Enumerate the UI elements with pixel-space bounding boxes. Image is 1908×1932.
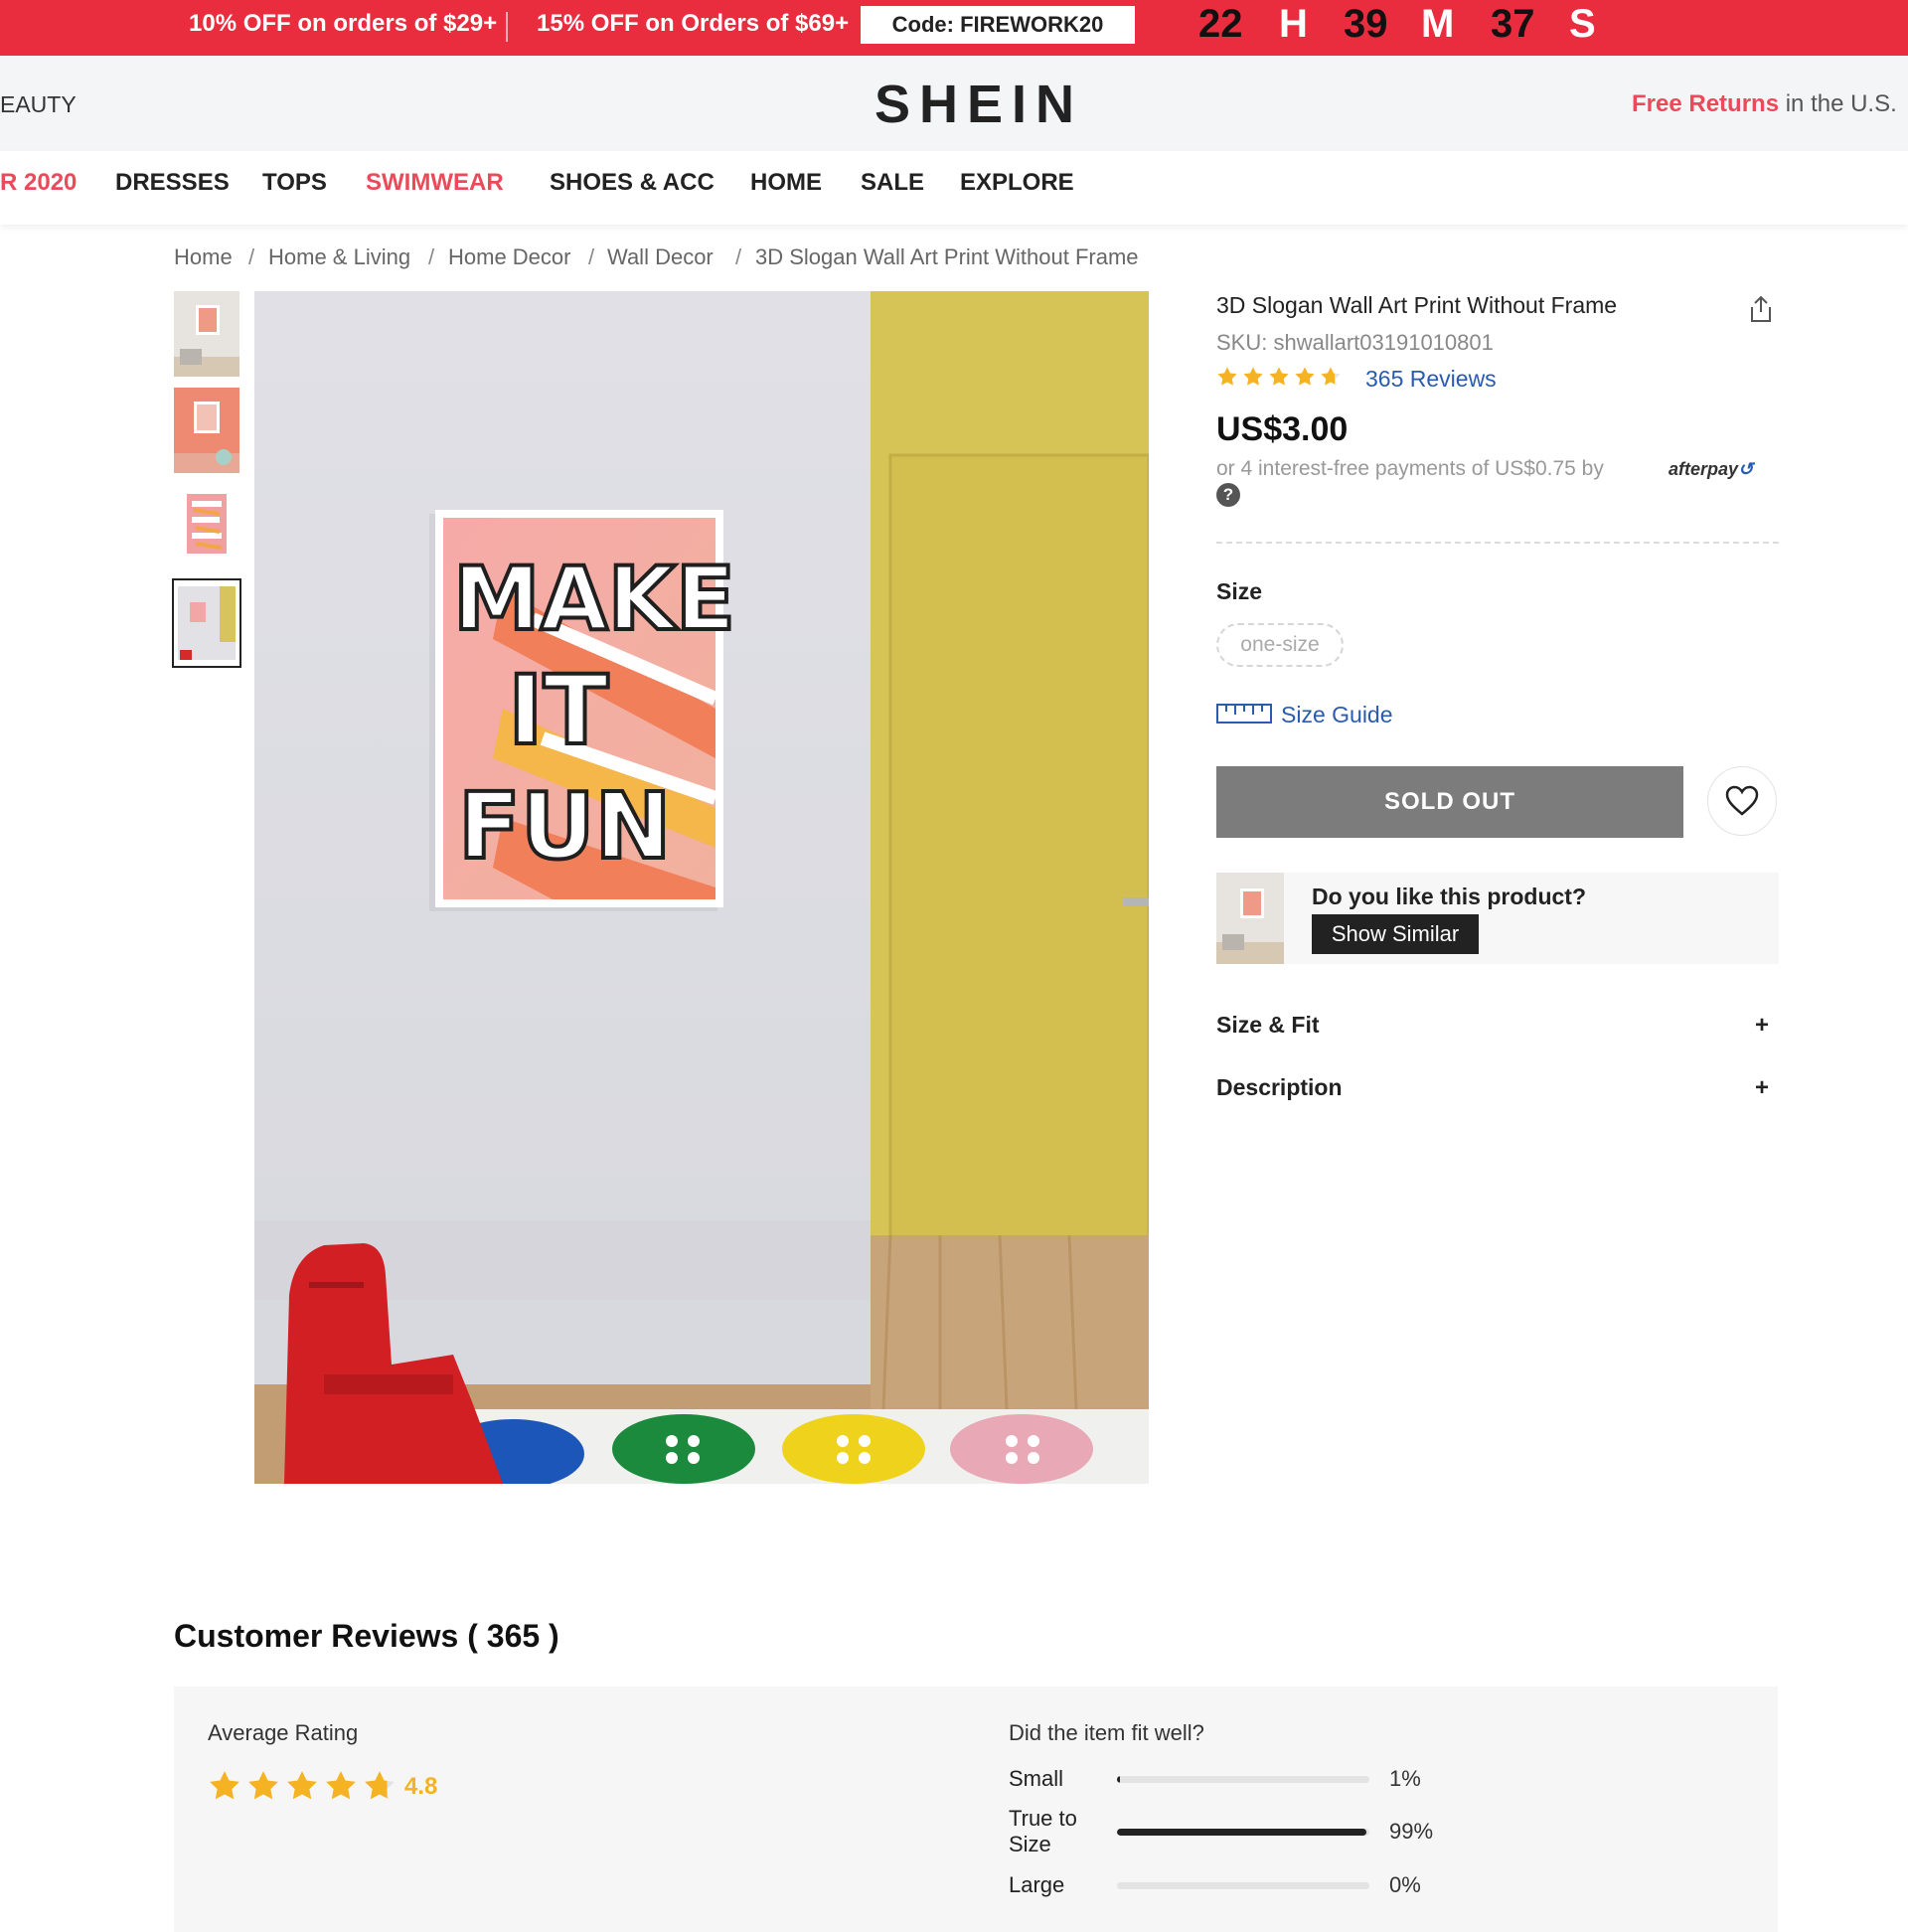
share-icon[interactable] — [1746, 294, 1776, 324]
show-similar-button[interactable]: Show Similar — [1312, 914, 1479, 954]
star-icon — [248, 1771, 278, 1800]
fit-label-large: Large — [1009, 1872, 1065, 1897]
afterpay-logo-text: afterpay — [1669, 459, 1739, 479]
nav-item-dresses[interactable]: DRESSES — [115, 169, 230, 197]
product-rating-stars — [1216, 366, 1342, 392]
star-icon — [1217, 367, 1237, 386]
timer-hours: 22 — [1198, 2, 1243, 46]
header-category-link[interactable]: EAUTY — [0, 91, 77, 118]
size-guide-link[interactable]: Size Guide — [1281, 702, 1393, 728]
fit-bar-large — [1117, 1882, 1369, 1889]
installment-text: or 4 interest-free payments of US$0.75 b… — [1216, 457, 1604, 480]
promo-offer-2: 15% OFF on Orders of $69+ — [537, 10, 850, 37]
star-icon — [1243, 367, 1263, 386]
star-icon — [1295, 367, 1315, 386]
accordion-size-fit[interactable]: Size & Fit — [1216, 1012, 1320, 1039]
free-returns-text: in the U.S. — [1779, 90, 1897, 117]
breadcrumb-separator: / — [428, 244, 435, 269]
size-label: Size — [1216, 578, 1263, 604]
promo-offer-1: 10% OFF on orders of $29+ — [189, 10, 498, 37]
product-price: US$3.00 — [1216, 410, 1349, 448]
star-icon — [326, 1771, 356, 1800]
sold-out-button[interactable]: SOLD OUT — [1216, 766, 1683, 838]
nav-item-tops[interactable]: TOPS — [262, 169, 327, 197]
timer-minutes: 39 — [1344, 2, 1388, 46]
thumbnail-3[interactable] — [174, 484, 239, 569]
fit-bar-true-to-size-fill — [1117, 1829, 1367, 1836]
breadcrumb-current: 3D Slogan Wall Art Print Without Frame — [755, 244, 1139, 269]
star-icon — [210, 1771, 239, 1800]
fit-pct-large: 0% — [1389, 1872, 1421, 1897]
promo-code: Code: FIREWORK20 — [861, 6, 1135, 44]
timer-minutes-unit: M — [1421, 2, 1455, 46]
poster-text-make: MAKE — [453, 548, 735, 650]
breadcrumb-home-decor[interactable]: Home Decor — [448, 244, 570, 270]
reviews-title: Customer Reviews ( 365 ) — [174, 1618, 559, 1654]
reviews-summary-panel — [174, 1687, 1778, 1932]
product-main-image[interactable]: MAKE IT FUN — [254, 291, 1149, 1484]
fit-label-small: Small — [1009, 1766, 1064, 1791]
nav-item-2020[interactable]: R 2020 — [0, 169, 77, 197]
size-option-one-size[interactable]: one-size — [1216, 623, 1344, 667]
free-returns-link[interactable]: Free Returns — [1632, 90, 1779, 117]
fit-bar-small-fill — [1117, 1776, 1120, 1783]
similar-product-thumbnail — [1216, 873, 1284, 964]
breadcrumb-home-living[interactable]: Home & Living — [268, 244, 410, 270]
poster-text-fun: FUN — [458, 773, 672, 880]
question-icon[interactable]: ? — [1216, 483, 1240, 507]
fit-bar-small — [1117, 1776, 1369, 1783]
wishlist-button[interactable] — [1707, 766, 1777, 836]
average-rating-stars — [208, 1769, 397, 1805]
timer-seconds-unit: S — [1569, 2, 1596, 46]
fit-label-true-to-size: True to Size — [1009, 1806, 1077, 1856]
plus-icon[interactable]: + — [1755, 1074, 1769, 1102]
thumbnail-2[interactable] — [174, 388, 239, 473]
timer-seconds: 37 — [1491, 2, 1535, 46]
nav-item-swimwear[interactable]: SWIMWEAR — [366, 169, 504, 197]
thumbnail-4-active[interactable] — [172, 578, 241, 668]
afterpay-arrow-icon: ↺ — [1738, 459, 1754, 479]
promo-divider — [506, 12, 508, 42]
fit-pct-true-to-size: 99% — [1389, 1819, 1434, 1844]
nav-item-home[interactable]: HOME — [750, 169, 822, 197]
star-icon — [287, 1771, 317, 1800]
star-half-icon — [1321, 367, 1341, 386]
nav-item-sale[interactable]: SALE — [861, 169, 924, 197]
star-half-icon — [365, 1771, 395, 1800]
average-rating-value: 4.8 — [404, 1773, 438, 1800]
nav-item-explore[interactable]: EXPLORE — [960, 169, 1074, 197]
timer-hours-unit: H — [1279, 2, 1308, 46]
free-returns-notice[interactable]: Free Returns in the U.S. — [1632, 90, 1897, 118]
afterpay-logo[interactable]: afterpay↺ — [1669, 459, 1753, 480]
nav-item-shoes-acc[interactable]: SHOES & ACC — [550, 169, 715, 197]
breadcrumb-separator: / — [588, 244, 595, 269]
thumbnail-1[interactable] — [174, 291, 239, 377]
plus-icon[interactable]: + — [1755, 1012, 1769, 1040]
breadcrumb-wall-decor[interactable]: Wall Decor — [607, 244, 714, 270]
section-divider — [1216, 542, 1779, 544]
breadcrumb-separator: / — [735, 244, 742, 269]
star-icon — [1269, 367, 1289, 386]
similar-question: Do you like this product? — [1312, 884, 1587, 909]
fit-bar-true-to-size — [1117, 1829, 1369, 1836]
fit-pct-small: 1% — [1389, 1766, 1421, 1791]
product-title: 3D Slogan Wall Art Print Without Frame — [1216, 292, 1618, 318]
breadcrumb-home[interactable]: Home — [174, 244, 233, 270]
site-logo[interactable]: SHEIN — [874, 74, 1083, 135]
breadcrumb-separator: / — [248, 244, 255, 269]
fit-question: Did the item fit well? — [1009, 1720, 1204, 1745]
poster-text-it: IT — [508, 655, 608, 766]
product-sku: SKU: shwallart03191010801 — [1216, 330, 1494, 355]
heart-icon — [1725, 785, 1759, 816]
accordion-description[interactable]: Description — [1216, 1074, 1343, 1101]
reviews-link[interactable]: 365 Reviews — [1365, 366, 1497, 393]
average-rating-label: Average Rating — [208, 1720, 359, 1745]
ruler-icon[interactable] — [1216, 702, 1272, 725]
